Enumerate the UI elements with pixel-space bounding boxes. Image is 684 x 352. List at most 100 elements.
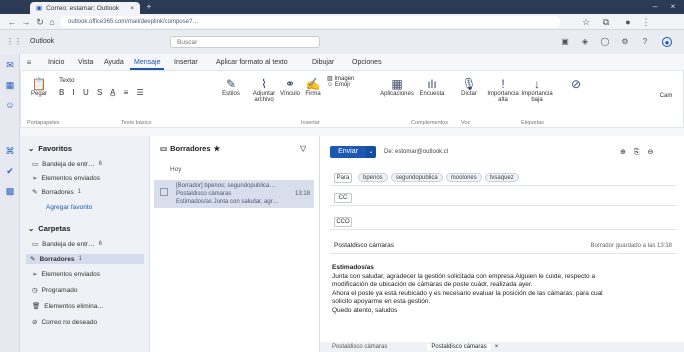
paste-button[interactable]: 📋 Pegar: [25, 77, 53, 97]
search-input[interactable]: [170, 36, 320, 48]
browser-tab[interactable]: ▣ Correo: estamar; Outlook ×: [30, 2, 140, 14]
attach-icon[interactable]: ⌘: [5, 146, 15, 156]
clipboard-icon: 📋: [31, 77, 47, 91]
sidebar-item-scheduled[interactable]: ◷ Programado: [32, 286, 77, 295]
url-field[interactable]: outlook.office365.com/mail/deeplink/comp…: [60, 16, 560, 28]
sidebar-item-inbox[interactable]: ▭ Bandeja de entr… 6: [32, 240, 102, 249]
bell-icon[interactable]: ◯: [600, 37, 610, 47]
todo-icon[interactable]: ✔: [5, 166, 15, 176]
text-format-group[interactable]: Texto B I U S A̲ ≡ ☰: [59, 77, 209, 97]
dictate-button[interactable]: 🎙 Dictar: [457, 77, 481, 97]
sidebar-item-junk[interactable]: ⊘ Correo no deseado: [32, 318, 97, 327]
tab-mensaje[interactable]: Mensaje: [130, 57, 165, 70]
tab-dibujar[interactable]: Dibujar: [308, 57, 338, 68]
tab-ayuda[interactable]: Ayuda: [100, 57, 128, 68]
reload-icon[interactable]: ↻: [34, 16, 46, 28]
compose-tab[interactable]: Postaldisco cámaras: [332, 344, 387, 350]
to-field[interactable]: Para bpenos segundopublica moolones tvsa…: [330, 170, 676, 186]
app-launcher-icon[interactable]: ⋮⋮: [6, 37, 22, 47]
styles-button[interactable]: ✎ Estilos: [217, 77, 245, 97]
sidebar-item-sent[interactable]: ➢ Elementos enviados: [32, 270, 100, 279]
browser-tab-strip: ▣ Correo: estamar; Outlook × + – ×: [0, 0, 684, 14]
sidebar-item-deleted[interactable]: 🗑 Elementos elimina…: [32, 302, 104, 311]
importance-low-button[interactable]: ↓ Importancia baja: [521, 77, 553, 103]
clock-icon: ◷: [32, 287, 38, 294]
chevron-down-icon[interactable]: ⌄: [366, 146, 376, 158]
tab-aplicar-formato[interactable]: Aplicar formato al texto: [212, 57, 292, 68]
home-icon[interactable]: ⌂: [46, 16, 58, 28]
people-icon[interactable]: ☺: [5, 100, 15, 110]
folder-icon: ▭: [160, 144, 168, 153]
signature-button[interactable]: ✍ Firma: [303, 77, 323, 97]
favorites-header[interactable]: ⌄ Favoritos: [28, 144, 72, 153]
tab-insertar[interactable]: Insertar: [170, 57, 202, 68]
compose-tab-active[interactable]: Postaldisco cámaras: [427, 344, 491, 350]
close-icon[interactable]: ×: [130, 5, 134, 12]
send-icon: ➢: [32, 175, 38, 182]
apps-icon[interactable]: ▩: [5, 186, 15, 196]
cco-label[interactable]: CCO: [334, 217, 352, 227]
app-name: Outlook: [30, 38, 55, 45]
star-icon[interactable]: ★: [214, 144, 221, 153]
tab-inicio[interactable]: Inicio: [44, 57, 68, 68]
subject-text: Postaldisco cámaras: [334, 242, 394, 249]
teams-icon[interactable]: ◈: [580, 37, 590, 47]
new-tab-icon[interactable]: +: [144, 2, 154, 12]
importance-high-button[interactable]: ! Importancia alta: [487, 77, 519, 103]
date-group-label: Hoy: [170, 166, 182, 173]
insert-extra-group[interactable]: ▨ Imagen ☺ Emoji: [327, 75, 367, 88]
recipient-chip[interactable]: bpenos: [358, 173, 388, 182]
profile-icon[interactable]: ●: [622, 16, 634, 28]
extensions-icon[interactable]: ⧉: [600, 16, 612, 28]
sidebar-item-drafts[interactable]: ✎ Borradores 1: [32, 188, 81, 197]
cc-field[interactable]: CC: [330, 190, 676, 206]
recipient-chip[interactable]: segundopublica: [390, 173, 443, 182]
apps-button[interactable]: ▦ Aplicaciones: [379, 77, 415, 97]
group-label: Voz: [461, 120, 471, 126]
sidebar-item-sent[interactable]: ➢ Elementos enviados: [32, 174, 100, 183]
compose-actions-icon[interactable]: ⊕⎘⊖: [620, 148, 661, 157]
send-button[interactable]: Enviar: [330, 146, 366, 158]
poll-button[interactable]: ılı Encuesta: [417, 77, 447, 97]
app-rail: ✉ ▦ ☺ ⌘ ✔ ▩: [0, 54, 20, 352]
list-item[interactable]: [Borrador] bpenos; segundopublica… Posta…: [154, 180, 314, 208]
chevron-down-icon: ⌄: [28, 224, 35, 233]
back-icon[interactable]: ←: [6, 16, 18, 28]
cam-button[interactable]: Cam: [651, 93, 681, 99]
sensitivity-button[interactable]: ⊘: [561, 77, 591, 91]
add-favorite-link[interactable]: Agregar favorito: [46, 204, 92, 211]
subject-field[interactable]: Postaldisco cámaras Borrador guardado a …: [330, 238, 676, 254]
sidebar-item-inbox[interactable]: ▭ Bandeja de entr… 6: [32, 160, 102, 169]
message-body[interactable]: Estimados/as Junta con saludar, agradece…: [332, 264, 672, 315]
tab-vista[interactable]: Vista: [74, 57, 97, 68]
hamburger-icon[interactable]: ≡: [24, 58, 34, 68]
image-button[interactable]: ▨ Imagen: [327, 75, 367, 82]
checkbox-icon[interactable]: [160, 188, 168, 196]
bookmark-icon[interactable]: ☆: [580, 16, 592, 28]
cco-field[interactable]: CCO: [330, 214, 676, 230]
minimize-icon[interactable]: –: [650, 2, 660, 12]
close-window-icon[interactable]: ×: [668, 2, 678, 12]
meet-icon[interactable]: ▣: [560, 37, 570, 47]
menu-icon[interactable]: ⋮: [640, 16, 652, 28]
tab-opciones[interactable]: Opciones: [348, 57, 386, 68]
filter-icon[interactable]: ▽: [300, 144, 306, 153]
cc-label[interactable]: CC: [334, 193, 352, 203]
to-label[interactable]: Para: [334, 173, 352, 183]
sidebar-item-drafts[interactable]: ✎ Borradores 1: [26, 254, 144, 264]
format-buttons-icon[interactable]: B I U S A̲ ≡ ☰: [59, 88, 209, 97]
recipient-chip[interactable]: moolones: [445, 173, 482, 182]
attach-button[interactable]: ⌇ Adjuntar archivo: [251, 77, 277, 103]
link-button[interactable]: ⚭ Vínculo: [279, 77, 301, 97]
from-field[interactable]: De: estomar@outlook.cl: [384, 149, 448, 155]
avatar[interactable]: ●: [662, 37, 672, 47]
calendar-icon[interactable]: ▦: [5, 80, 15, 90]
help-icon[interactable]: ?: [640, 37, 650, 47]
recipient-chip[interactable]: tvsaquez: [484, 173, 519, 182]
folders-header[interactable]: ⌄ Carpetas: [28, 224, 70, 233]
mail-icon[interactable]: ✉: [5, 60, 15, 70]
settings-icon[interactable]: ⚙: [620, 37, 630, 47]
close-icon[interactable]: ×: [495, 344, 499, 350]
emoji-button[interactable]: ☺ Emoji: [327, 82, 367, 88]
forward-icon[interactable]: →: [20, 16, 32, 28]
